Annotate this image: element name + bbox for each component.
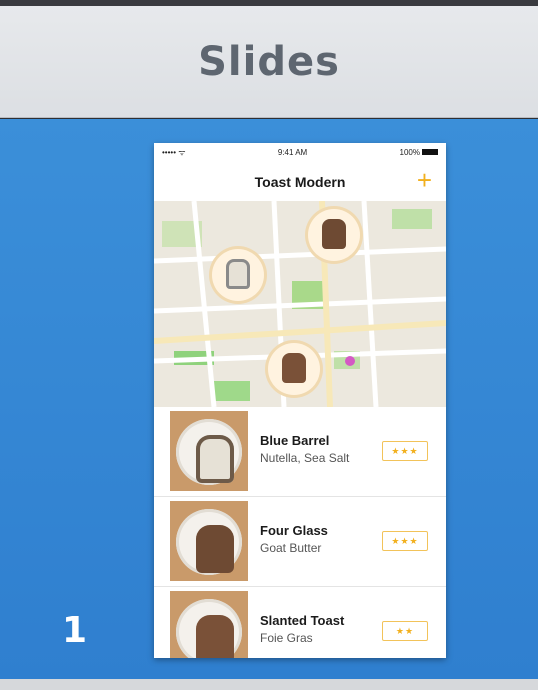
battery-icon <box>421 149 438 156</box>
battery-status: 100% <box>400 148 438 157</box>
item-name: Four Glass <box>260 523 328 538</box>
rating-badge: ★★★ <box>382 441 428 461</box>
rating-badge: ★★★ <box>382 531 428 551</box>
map-pin-toast[interactable] <box>308 209 360 261</box>
item-name: Slanted Toast <box>260 613 345 628</box>
list-item[interactable]: Four Glass Goat Butter ★★★ <box>154 497 446 587</box>
nav-title: Toast Modern <box>254 174 346 190</box>
rating-badge: ★★ <box>382 621 428 641</box>
toast-photo <box>170 591 248 658</box>
navigation-bar: Toast Modern + <box>154 161 446 203</box>
item-name: Blue Barrel <box>260 433 330 448</box>
toast-photo <box>170 411 248 491</box>
status-time: 9:41 AM <box>277 147 308 157</box>
list-item[interactable]: Blue Barrel Nutella, Sea Salt ★★★ <box>154 407 446 497</box>
map-view[interactable] <box>154 201 446 407</box>
map-pin-toast[interactable] <box>212 249 264 301</box>
add-button[interactable]: + <box>417 167 432 193</box>
carrier-signal: ••••• ᯤ <box>162 147 186 157</box>
list-item[interactable]: Slanted Toast Foie Gras ★★ <box>154 587 446 658</box>
header-title: Slides <box>198 38 340 85</box>
map-pin-toast[interactable] <box>268 343 320 395</box>
status-bar: ••••• ᯤ 9:41 AM 100% <box>154 143 446 161</box>
item-subtitle: Goat Butter <box>260 541 322 555</box>
item-subtitle: Foie Gras <box>260 631 313 645</box>
slide-number: 1 <box>62 610 88 651</box>
item-subtitle: Nutella, Sea Salt <box>260 451 350 465</box>
slides-header: Slides <box>0 6 538 118</box>
slide-preview-phone[interactable]: ••••• ᯤ 9:41 AM 100% Toast Modern + Blue… <box>154 143 446 658</box>
toast-photo <box>170 501 248 581</box>
bottom-divider <box>0 679 538 690</box>
toast-list: Blue Barrel Nutella, Sea Salt ★★★ Four G… <box>154 407 446 658</box>
